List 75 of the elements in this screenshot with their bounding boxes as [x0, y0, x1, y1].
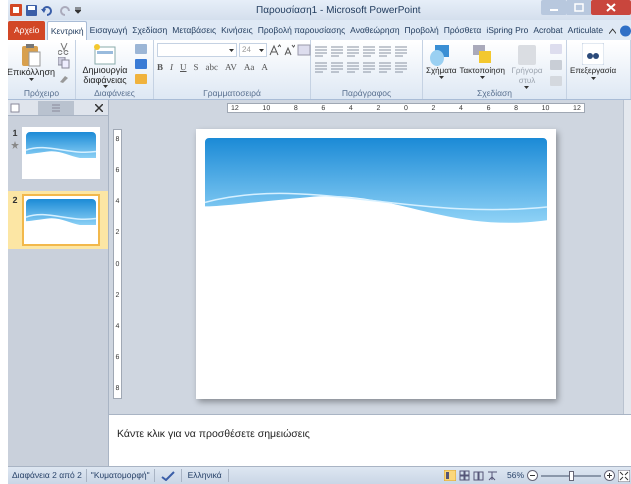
normal-view-icon[interactable]	[444, 470, 456, 481]
slide-number: 1	[12, 127, 18, 140]
ribbon-tab[interactable]: Κινήσεις	[218, 21, 256, 40]
caret-icon[interactable]	[590, 77, 596, 80]
ribbon-button[interactable]: Τακτοποίηση	[460, 43, 505, 79]
slides-tab-icon[interactable]	[10, 102, 20, 112]
format-button[interactable]: U	[180, 63, 187, 72]
ribbon-tab[interactable]: Πρόσθετα	[441, 21, 484, 40]
ribbon-tab[interactable]: Acrobat	[530, 21, 566, 40]
sorter-view-icon[interactable]	[458, 470, 470, 481]
format-button[interactable]: Aa	[244, 63, 254, 72]
ribbon-tab[interactable]: iSpring Pro	[484, 21, 531, 40]
group-label: Πρόχειρο	[24, 89, 60, 98]
ribbon-tab[interactable]: Κεντρική	[47, 21, 88, 40]
caret-icon[interactable]	[102, 85, 108, 88]
reading-view-icon[interactable]	[472, 470, 484, 481]
scrollbar[interactable]	[623, 100, 631, 414]
caret-icon[interactable]	[438, 76, 444, 79]
outline-tab-icon[interactable]	[38, 100, 74, 114]
font-name-field[interactable]	[157, 43, 237, 57]
copy-icon[interactable]	[58, 57, 70, 69]
ribbon-tab[interactable]: Μεταβάσεις	[170, 21, 219, 40]
zoom-in-icon[interactable]	[604, 470, 615, 481]
redo-icon[interactable]	[60, 4, 71, 16]
spellcheck-icon[interactable]	[160, 470, 175, 480]
slide-counter: Διαφάνεια 2 από 2	[8, 469, 87, 482]
format-button[interactable]: abc	[206, 63, 218, 72]
caret-icon[interactable]	[229, 48, 234, 52]
theme-name[interactable]: "Κυματομορφή"	[86, 469, 155, 482]
clipboard-icon[interactable]	[21, 43, 41, 67]
save-icon[interactable]	[26, 4, 37, 16]
ribbon-button[interactable]: Σχήματα	[426, 43, 456, 79]
zoom-out-icon[interactable]	[527, 470, 538, 481]
window-title: Παρουσίαση1 - Microsoft PowerPoint	[256, 4, 421, 18]
caret-icon[interactable]	[28, 78, 34, 81]
new-slide-button[interactable]: Δημιουργία διαφάνειας	[79, 43, 131, 88]
thumb-wave-drawing[interactable]	[26, 132, 96, 158]
undo-icon[interactable]	[41, 4, 52, 16]
shrink-font-icon[interactable]	[283, 44, 295, 56]
ribbon-tab[interactable]: Προβολή παρουσίασης	[255, 21, 348, 40]
format-button[interactable]: AV	[225, 63, 237, 72]
fit-window-icon[interactable]	[618, 470, 630, 482]
binoculars-icon[interactable]	[582, 43, 604, 65]
slide-number: 2	[12, 194, 18, 207]
customize-icon[interactable]	[75, 6, 81, 14]
group-label: Παράγραφος	[342, 89, 392, 98]
thumb-wave-drawing[interactable]	[26, 199, 96, 225]
format-button[interactable]: I	[170, 63, 174, 72]
group-label: Γραμματοσειρά	[203, 89, 261, 98]
collapse-ribbon-icon[interactable]	[608, 28, 616, 34]
close-icon[interactable]	[95, 104, 103, 112]
ribbon-tab[interactable]: Εισαγωγή	[87, 21, 130, 40]
cut-icon[interactable]	[58, 43, 70, 55]
format-button[interactable]: B	[157, 63, 164, 72]
group-label: Διαφάνειες	[94, 89, 135, 98]
notes-field[interactable]: Κάντε κλικ για να προσθέσετε σημειώσεις	[109, 414, 631, 466]
format-button[interactable]: A	[261, 63, 268, 72]
caret-icon[interactable]	[259, 48, 264, 52]
format-button[interactable]: S	[194, 63, 199, 72]
ribbon-tab[interactable]: Articulate	[565, 21, 606, 40]
slide-thumbnail[interactable]	[22, 194, 100, 246]
zoom-level[interactable]: 56%	[506, 469, 524, 482]
group-label: Σχεδίαση	[476, 89, 512, 98]
language-label[interactable]: Ελληνικά	[180, 469, 229, 482]
app-logo-icon[interactable]	[10, 4, 22, 16]
star-icon[interactable]	[11, 140, 19, 148]
grow-font-icon[interactable]	[269, 44, 281, 56]
ribbon-tab[interactable]: Αναθεώρηση	[348, 21, 402, 40]
editing-button[interactable]: Επεξεργασία	[570, 43, 616, 80]
file-tab[interactable]: Αρχείο	[8, 21, 46, 40]
new-slide-icon[interactable]	[93, 43, 117, 65]
close-icon[interactable]	[591, 0, 631, 15]
ribbon-tab[interactable]: Προβολή	[402, 21, 442, 40]
caret-icon[interactable]	[480, 76, 485, 79]
ribbon-tab[interactable]: Σχεδίαση	[130, 21, 170, 40]
